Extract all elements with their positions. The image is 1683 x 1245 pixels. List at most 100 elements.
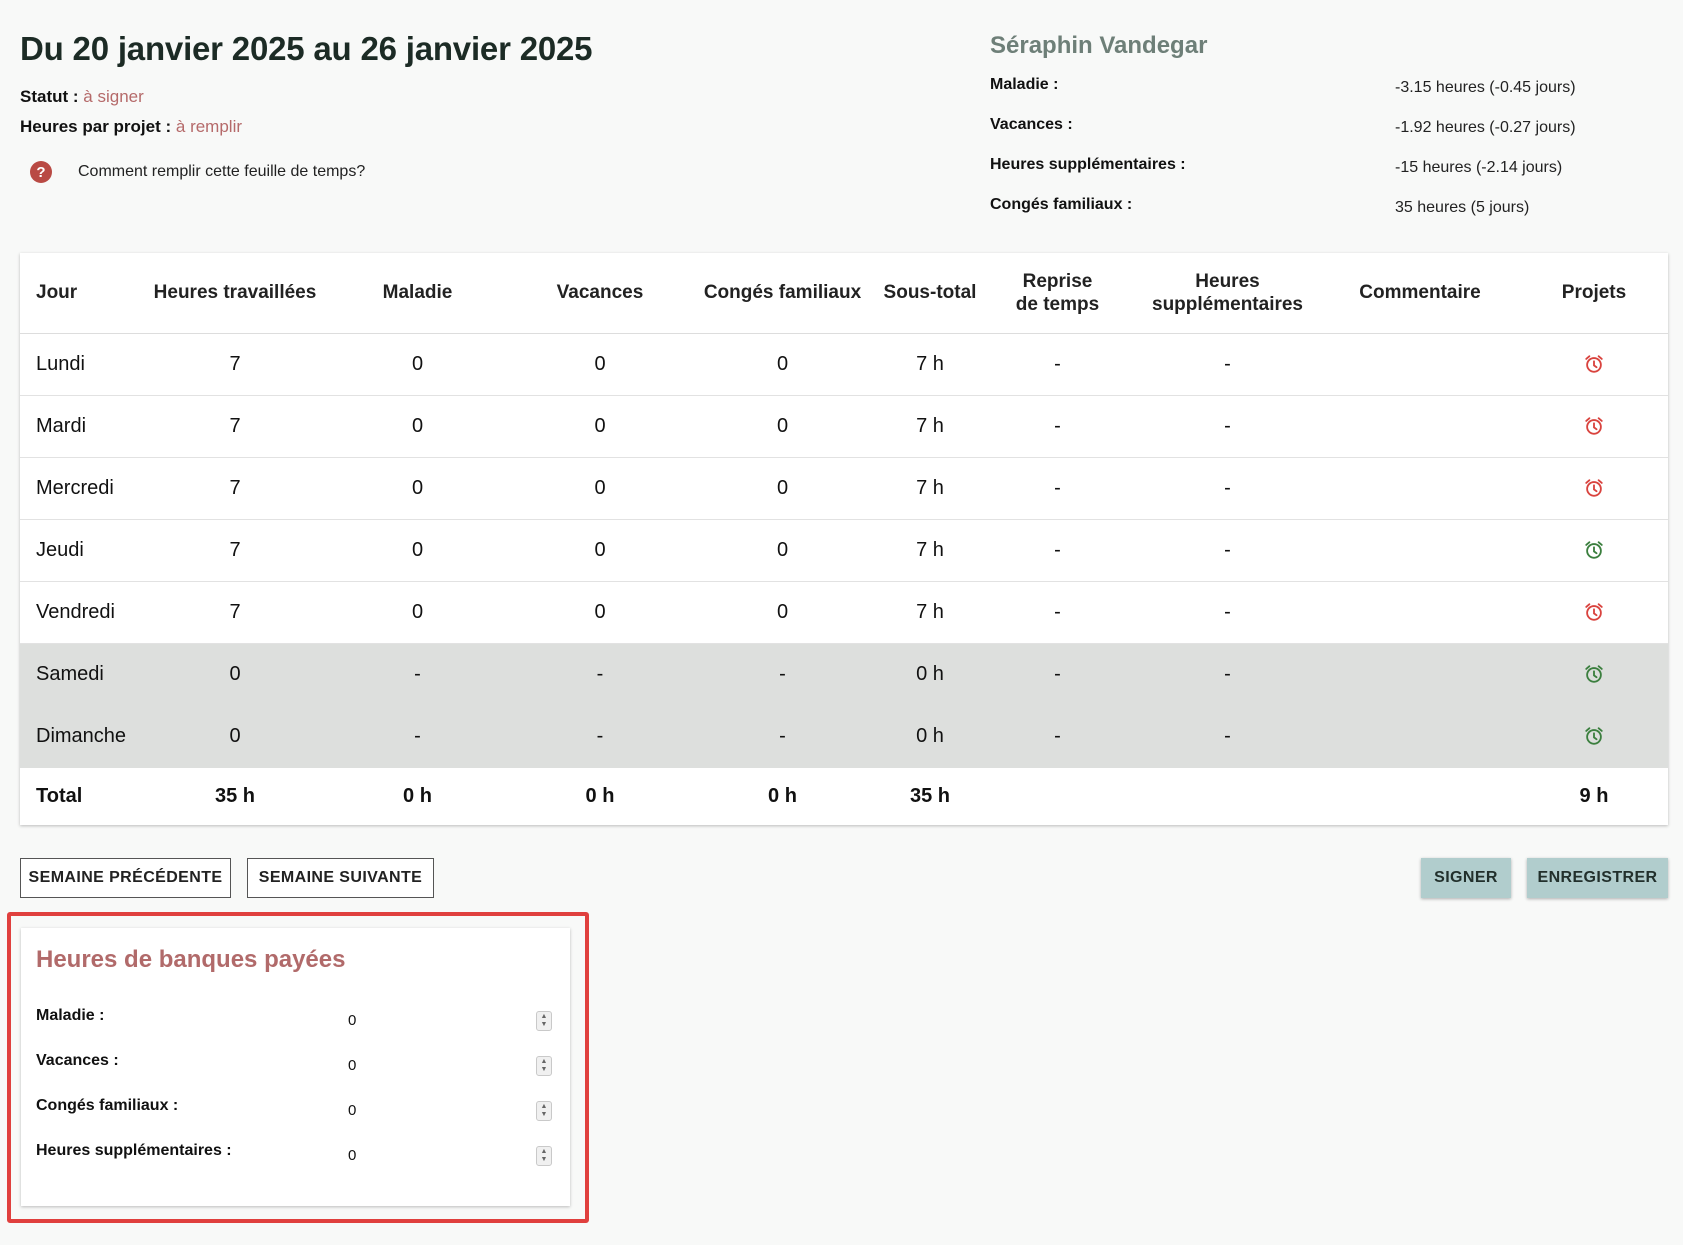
cell-vacation[interactable]: - — [515, 643, 685, 706]
cell-family[interactable]: - — [685, 705, 880, 768]
cell-overtime[interactable]: - — [1135, 457, 1320, 520]
cell-projects[interactable] — [1520, 705, 1668, 768]
cell-vacation[interactable]: 0 — [515, 519, 685, 582]
question-icon[interactable]: ? — [30, 161, 52, 183]
cell-worked[interactable]: 0 — [150, 705, 320, 768]
cell-comment[interactable] — [1320, 519, 1520, 582]
cell-overtime[interactable]: - — [1135, 581, 1320, 644]
chevron-down-icon[interactable]: ▼ — [541, 1021, 548, 1029]
paid-field-label: Vacances : — [36, 1052, 119, 1069]
cell-overtime[interactable]: - — [1135, 333, 1320, 396]
number-stepper[interactable]: ▲ ▼ — [536, 1056, 552, 1076]
cell-vacation[interactable]: 0 — [515, 581, 685, 644]
paid-field-input[interactable] — [348, 1147, 518, 1164]
cell-worked[interactable]: 7 — [150, 519, 320, 582]
paid-field-input[interactable] — [348, 1102, 518, 1119]
paid-field-input[interactable] — [348, 1012, 518, 1029]
cell-sick[interactable]: 0 — [320, 333, 515, 396]
chevron-up-icon[interactable]: ▲ — [541, 1058, 548, 1066]
alarm-icon[interactable] — [1583, 663, 1605, 685]
save-button[interactable]: ENREGISTRER — [1527, 858, 1668, 898]
number-stepper[interactable]: ▲ ▼ — [536, 1146, 552, 1166]
bank-label: Maladie : — [990, 76, 1059, 93]
cell-projects[interactable] — [1520, 333, 1668, 396]
cell-overtime[interactable]: - — [1135, 519, 1320, 582]
cell-family[interactable]: 0 — [685, 457, 880, 520]
cell-subtotal[interactable]: 0 h — [880, 643, 980, 706]
cell-worked[interactable]: 7 — [150, 457, 320, 520]
cell-comment[interactable] — [1320, 643, 1520, 706]
help-link[interactable]: ? Comment remplir cette feuille de temps… — [30, 161, 365, 183]
chevron-down-icon[interactable]: ▼ — [541, 1066, 548, 1074]
sign-button[interactable]: SIGNER — [1421, 858, 1511, 898]
cell-projects[interactable] — [1520, 581, 1668, 644]
cell-comment[interactable] — [1320, 395, 1520, 458]
bank-value: -15 heures (-2.14 jours) — [1395, 159, 1563, 176]
number-stepper[interactable]: ▲ ▼ — [536, 1101, 552, 1121]
alarm-icon[interactable] — [1583, 601, 1605, 623]
cell-vacation[interactable]: 0 — [515, 333, 685, 396]
next-week-button[interactable]: SEMAINE SUIVANTE — [247, 858, 434, 898]
cell-reprise[interactable]: - — [980, 333, 1135, 396]
cell-overtime[interactable]: - — [1135, 705, 1320, 768]
cell-subtotal[interactable]: 7 h — [880, 581, 980, 644]
cell-subtotal[interactable]: 7 h — [880, 457, 980, 520]
cell-reprise[interactable]: - — [980, 457, 1135, 520]
cell-family[interactable]: 0 — [685, 581, 880, 644]
cell-worked[interactable]: 7 — [150, 333, 320, 396]
cell-comment[interactable] — [1320, 457, 1520, 520]
cell-reprise[interactable]: - — [980, 395, 1135, 458]
cell-worked[interactable]: 7 — [150, 581, 320, 644]
cell-overtime[interactable]: - — [1135, 643, 1320, 706]
cell-worked[interactable]: 7 — [150, 395, 320, 458]
cell-projects[interactable] — [1520, 457, 1668, 520]
cell-projects[interactable] — [1520, 643, 1668, 706]
cell-subtotal[interactable]: 7 h — [880, 519, 980, 582]
cell-comment[interactable] — [1320, 333, 1520, 396]
cell-worked[interactable]: 0 — [150, 643, 320, 706]
cell-sick[interactable]: - — [320, 705, 515, 768]
previous-week-button[interactable]: SEMAINE PRÉCÉDENTE — [20, 858, 231, 898]
alarm-icon[interactable] — [1583, 353, 1605, 375]
cell-subtotal[interactable]: 7 h — [880, 395, 980, 458]
paid-field-input[interactable] — [348, 1057, 518, 1074]
chevron-up-icon[interactable]: ▲ — [541, 1013, 548, 1021]
cell-family[interactable]: 0 — [685, 395, 880, 458]
total-vacation: 0 h — [585, 784, 615, 807]
cell-overtime[interactable]: - — [1135, 395, 1320, 458]
help-text[interactable]: Comment remplir cette feuille de temps? — [78, 163, 365, 181]
cell-comment[interactable] — [1320, 581, 1520, 644]
chevron-up-icon[interactable]: ▲ — [541, 1103, 548, 1111]
alarm-icon[interactable] — [1583, 477, 1605, 499]
cell-vacation[interactable]: - — [515, 705, 685, 768]
alarm-icon[interactable] — [1583, 539, 1605, 561]
cell-sick[interactable]: 0 — [320, 581, 515, 644]
cell-comment[interactable] — [1320, 705, 1520, 768]
cell-vacation[interactable]: 0 — [515, 457, 685, 520]
cell-reprise[interactable]: - — [980, 705, 1135, 768]
cell-subtotal[interactable]: 0 h — [880, 705, 980, 768]
chevron-down-icon[interactable]: ▼ — [541, 1156, 548, 1164]
number-stepper[interactable]: ▲ ▼ — [536, 1011, 552, 1031]
cell-reprise[interactable]: - — [980, 581, 1135, 644]
alarm-icon[interactable] — [1583, 725, 1605, 747]
chevron-up-icon[interactable]: ▲ — [541, 1148, 548, 1156]
cell-projects[interactable] — [1520, 519, 1668, 582]
cell-sick[interactable]: - — [320, 643, 515, 706]
cell-sick[interactable]: 0 — [320, 395, 515, 458]
alarm-icon[interactable] — [1583, 415, 1605, 437]
project-hours-line: Heures par projet : à remplir — [20, 117, 242, 137]
cell-projects[interactable] — [1520, 395, 1668, 458]
cell-sick[interactable]: 0 — [320, 457, 515, 520]
cell-family[interactable]: 0 — [685, 519, 880, 582]
cell-family[interactable]: - — [685, 643, 880, 706]
cell-vacation[interactable]: 0 — [515, 395, 685, 458]
column-header: Jour — [20, 253, 150, 334]
cell-reprise[interactable]: - — [980, 643, 1135, 706]
cell-sick[interactable]: 0 — [320, 519, 515, 582]
cell-subtotal[interactable]: 7 h — [880, 333, 980, 396]
chevron-down-icon[interactable]: ▼ — [541, 1111, 548, 1119]
cell-reprise[interactable]: - — [980, 519, 1135, 582]
cell-family[interactable]: 0 — [685, 333, 880, 396]
total-empty — [1135, 767, 1320, 825]
